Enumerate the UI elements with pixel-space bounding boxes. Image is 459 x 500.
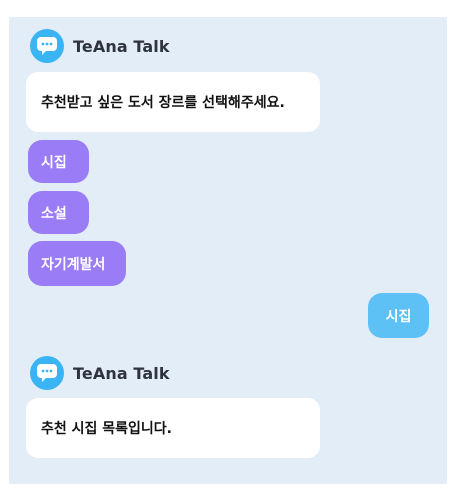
bot-name: TeAna Talk — [73, 36, 170, 56]
bot-header: TeAna Talk — [30, 29, 170, 63]
bot-name: TeAna Talk — [73, 363, 170, 383]
bot-avatar — [30, 29, 64, 63]
option-chip-novel[interactable]: 소설 — [28, 191, 89, 234]
bot-header-2: TeAna Talk — [30, 356, 170, 390]
bot-avatar — [30, 356, 64, 390]
user-message: 시집 — [368, 293, 429, 338]
option-chip-poetry[interactable]: 시집 — [28, 140, 89, 183]
chat-window: TeAna Talk 추천받고 싶은 도서 장르를 선택해주세요. 시집 소설 … — [9, 17, 447, 484]
bot-message-prompt: 추천받고 싶은 도서 장르를 선택해주세요. — [26, 72, 320, 132]
chat-bubble-icon — [37, 37, 57, 55]
bot-message-result: 추천 시집 목록입니다. — [26, 398, 320, 458]
chat-bubble-icon — [37, 364, 57, 382]
option-chip-self-help[interactable]: 자기계발서 — [28, 241, 126, 286]
